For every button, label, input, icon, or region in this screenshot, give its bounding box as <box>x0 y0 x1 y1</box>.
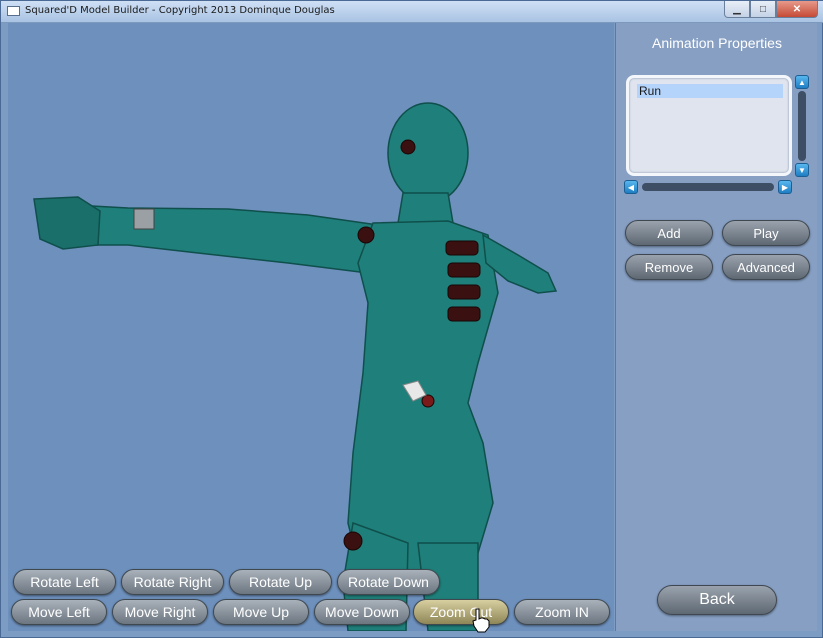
advanced-button[interactable]: Advanced <box>722 254 810 280</box>
rotate-right-button[interactable]: Rotate Right <box>121 569 224 595</box>
zoom-out-button[interactable]: Zoom Out <box>413 599 509 625</box>
hand-cursor-icon <box>472 608 490 633</box>
maximize-button[interactable]: □ <box>750 1 776 18</box>
rotate-up-button[interactable]: Rotate Up <box>229 569 332 595</box>
scroll-up-icon[interactable]: ▲ <box>795 75 809 89</box>
rotate-left-button[interactable]: Rotate Left <box>13 569 116 595</box>
scroll-right-icon[interactable]: ▶ <box>778 180 792 194</box>
move-left-button[interactable]: Move Left <box>11 599 107 625</box>
list-item[interactable]: Run <box>637 84 783 98</box>
panel-title: Animation Properties <box>652 35 782 51</box>
app-icon <box>7 6 20 16</box>
scroll-left-icon[interactable]: ◀ <box>624 180 638 194</box>
close-button[interactable]: ✕ <box>776 1 818 18</box>
scroll-track[interactable] <box>798 91 806 161</box>
rotate-down-button[interactable]: Rotate Down <box>337 569 440 595</box>
move-down-button[interactable]: Move Down <box>314 599 410 625</box>
add-button[interactable]: Add <box>625 220 713 246</box>
remove-button[interactable]: Remove <box>625 254 713 280</box>
animation-properties-panel: Animation Properties Run ▲ ▼ ◀ ▶ Add Pla… <box>615 23 817 631</box>
zoom-in-button[interactable]: Zoom IN <box>514 599 610 625</box>
3d-model-render <box>33 102 558 631</box>
move-up-button[interactable]: Move Up <box>213 599 309 625</box>
move-right-button[interactable]: Move Right <box>112 599 208 625</box>
window-controls: ▁ □ ✕ <box>724 1 818 19</box>
app-window: Squared'D Model Builder - Copyright 2013… <box>0 0 823 638</box>
back-button[interactable]: Back <box>657 585 777 615</box>
animation-list[interactable]: Run <box>626 75 792 176</box>
window-title: Squared'D Model Builder - Copyright 2013… <box>25 5 335 16</box>
scroll-track[interactable] <box>642 183 774 191</box>
scroll-down-icon[interactable]: ▼ <box>795 163 809 177</box>
minimize-button[interactable]: ▁ <box>724 1 750 18</box>
play-button[interactable]: Play <box>722 220 810 246</box>
list-horizontal-scrollbar[interactable]: ◀ ▶ <box>624 179 794 195</box>
model-viewport[interactable]: Rotate Left Rotate Right Rotate Up Rotat… <box>8 23 614 631</box>
list-vertical-scrollbar[interactable]: ▲ ▼ <box>794 75 810 178</box>
title-bar[interactable]: Squared'D Model Builder - Copyright 2013… <box>1 1 823 23</box>
